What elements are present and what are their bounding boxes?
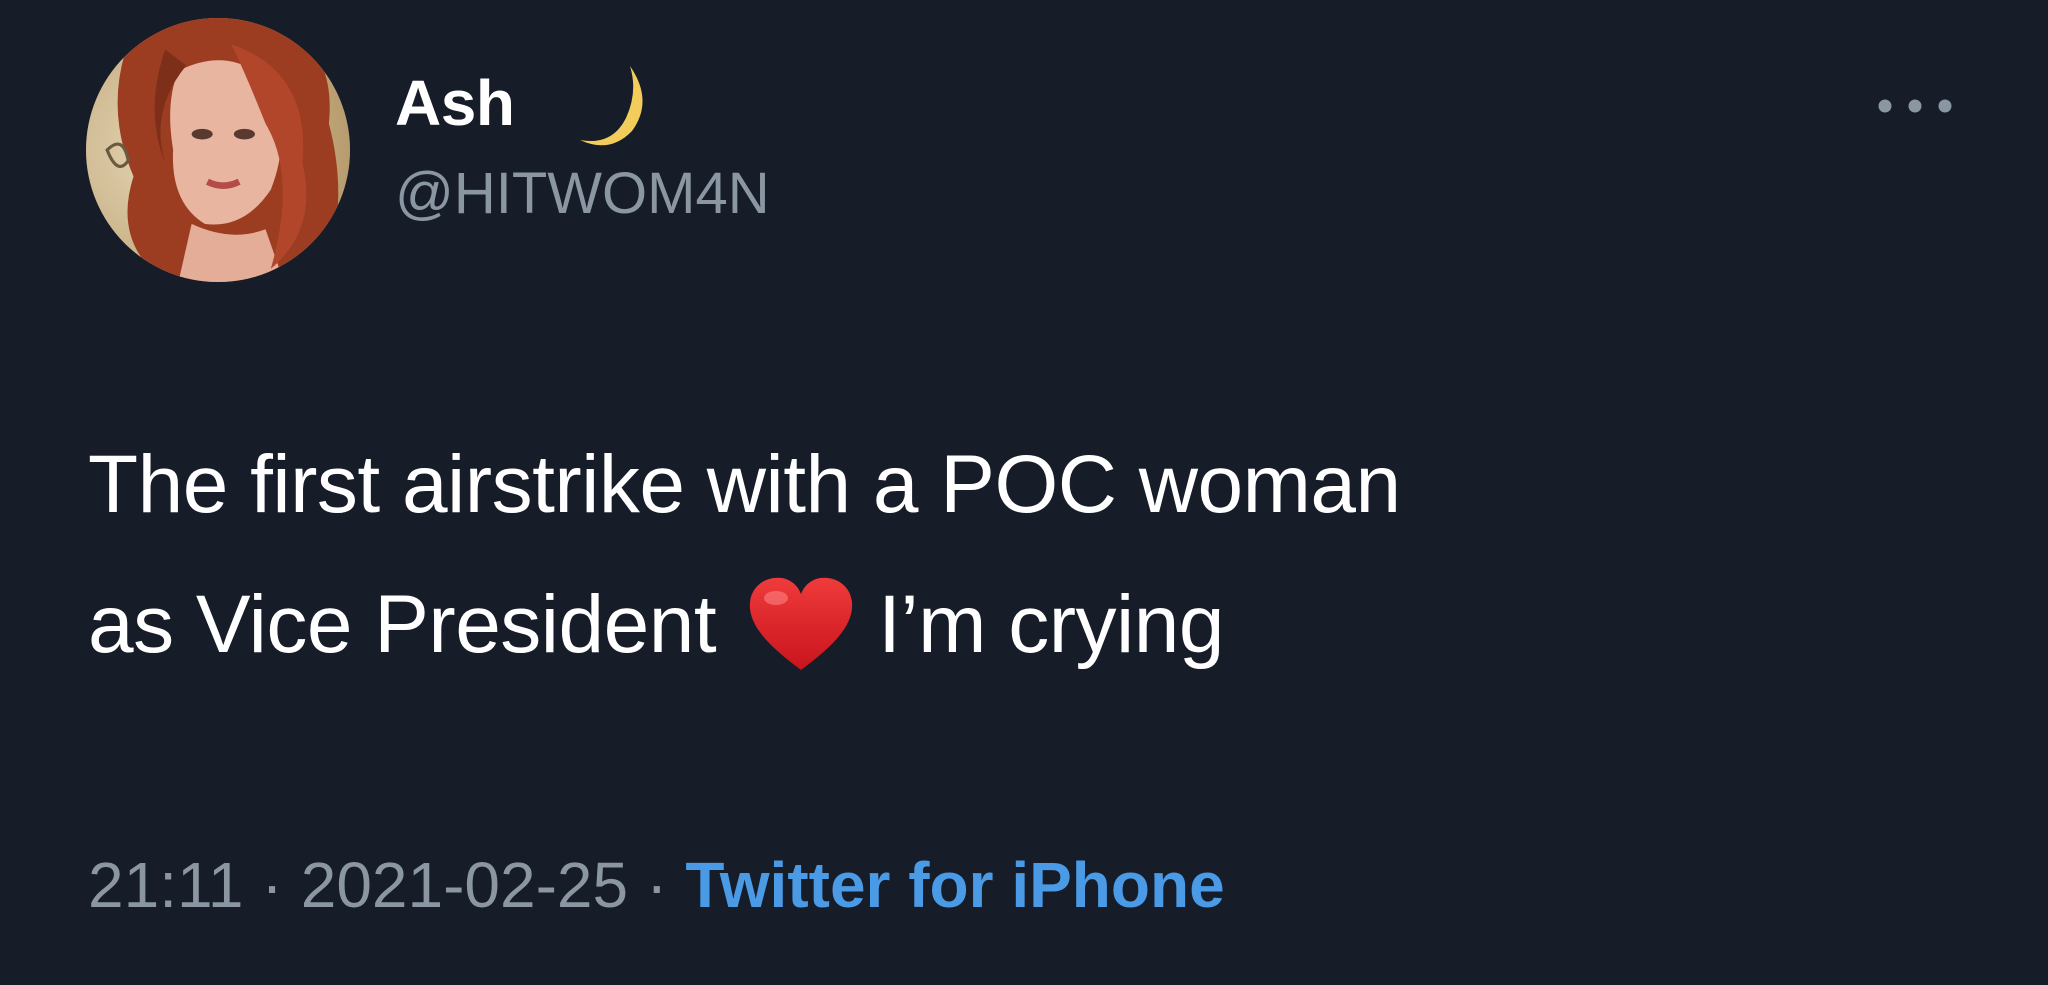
tweet-card: Ash @HITWOM4N The first airstrike with a… [0,0,2048,985]
user-handle[interactable]: @HITWOM4N [395,160,770,227]
avatar[interactable] [86,18,350,282]
crescent-moon-icon [580,66,643,146]
tweet-source-link[interactable]: Twitter for iPhone [685,849,1224,921]
red-heart-icon [749,577,853,670]
tweet-text-segment: I’m crying [878,579,1224,670]
avatar-image [86,18,350,282]
tweet-date[interactable]: 2021-02-25 [301,849,628,921]
more-options-icon[interactable] [1872,86,1958,126]
tweet-text-line-2: as Vice President I’m crying [88,555,1948,695]
tweet-text: The first airstrike with a POC woman as … [88,415,1948,695]
tweet-time[interactable]: 21:11 [88,849,243,921]
separator-dot: · [646,849,668,921]
display-name[interactable]: Ash [395,66,515,140]
tweet-text-line-1: The first airstrike with a POC woman [88,439,1401,530]
separator-dot: · [261,849,283,921]
tweet-metadata: 21:11 · 2021-02-25 · Twitter for iPhone [88,848,1225,922]
tweet-text-segment: as Vice President [88,579,717,670]
